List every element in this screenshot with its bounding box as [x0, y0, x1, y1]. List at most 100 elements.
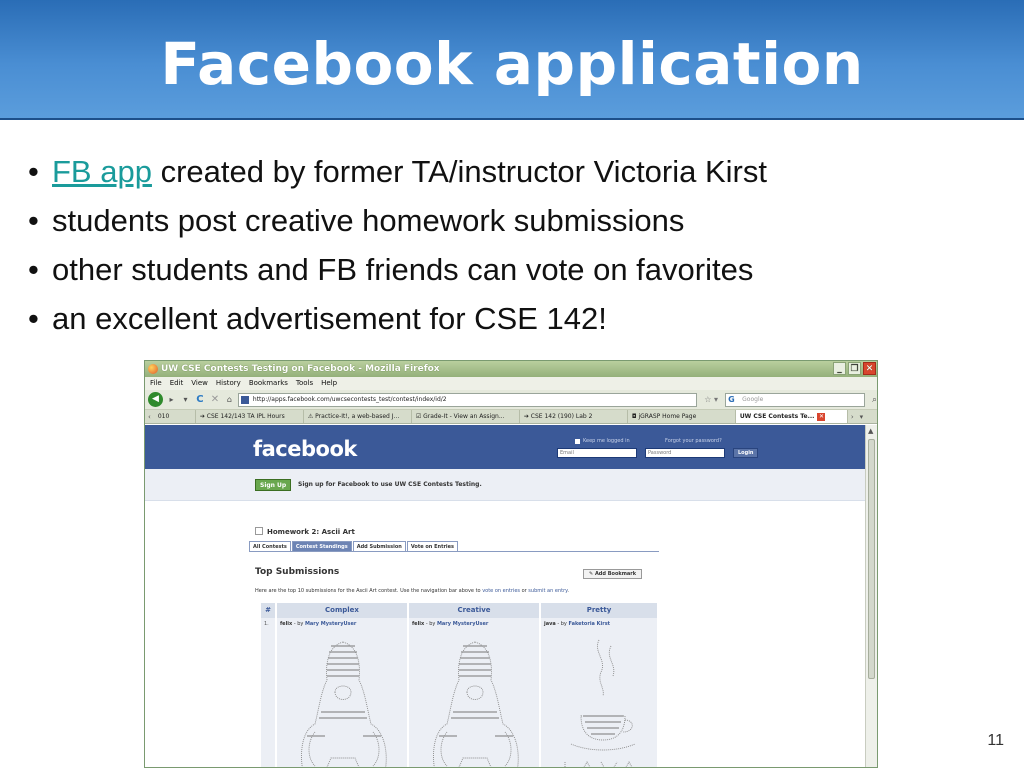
tab-item[interactable]: ➔ CSE 142/143 TA IPL Hours — [196, 410, 304, 423]
entry-cell: felix - by Mary MysteryUser — [409, 618, 541, 767]
bullet-dot: • — [28, 203, 39, 238]
scrollbar-thumb[interactable] — [868, 439, 875, 679]
column-header: Pretty — [541, 603, 659, 618]
row-number: 1. — [261, 618, 277, 767]
star-bookmark-icon[interactable]: ☆ ▾ — [700, 395, 722, 404]
search-box[interactable]: G Google — [725, 392, 865, 407]
vote-on-entries-link[interactable]: vote on entries — [482, 588, 520, 594]
bullet-text: students post creative homework submissi… — [52, 203, 685, 238]
tab-add-submission[interactable]: Add Submission — [352, 541, 406, 551]
vertical-scrollbar[interactable]: ▲ — [865, 425, 877, 767]
password-field[interactable]: Password — [645, 448, 725, 458]
tab-item[interactable]: ☑ Grade-It - View an Assign... — [412, 410, 520, 423]
navigation-toolbar: ◀ ▸ ▾ C ✕ ⌂ http://apps.facebook.com/uwc… — [145, 390, 877, 410]
bullet-item: • an excellent advertisement for CSE 142! — [28, 297, 767, 346]
facebook-header: facebook Keep me logged in Forgot your p… — [145, 425, 867, 469]
window-title-bar: UW CSE Contests Testing on Facebook - Mo… — [145, 361, 877, 377]
forward-icon[interactable]: ▸ — [166, 394, 177, 405]
menu-tools[interactable]: Tools — [296, 377, 313, 390]
tab-contest-standings[interactable]: Contest Standings — [291, 541, 352, 551]
slide-number: 11 — [987, 732, 1004, 749]
facebook-logo[interactable]: facebook — [253, 437, 357, 461]
home-icon[interactable]: ⌂ — [224, 394, 235, 405]
tab-item[interactable]: ◘ jGRASP Home Page — [628, 410, 736, 423]
maximize-button[interactable]: ❐ — [848, 362, 861, 375]
submissions-table: # Complex Creative Pretty 1. felix - by … — [261, 603, 659, 767]
tab-item-active[interactable]: UW CSE Contests Te... ✕ — [735, 410, 848, 423]
window-title: UW CSE Contests Testing on Facebook - Mo… — [161, 364, 440, 374]
entry-cell: java - by Faketoria Kirst — [541, 618, 659, 767]
forgot-password-link[interactable]: Forgot your password? — [665, 438, 722, 444]
stop-icon[interactable]: ✕ — [209, 394, 221, 405]
bullet-item: • other students and FB friends can vote … — [28, 248, 767, 297]
tab-bar: ‹ 010 ➔ CSE 142/143 TA IPL Hours ⚠ Pract… — [145, 410, 877, 424]
add-bookmark-button[interactable]: ✎ Add Bookmark — [583, 569, 643, 579]
url-bar[interactable]: http://apps.facebook.com/uwcsecontests_t… — [237, 392, 698, 407]
menu-history[interactable]: History — [216, 377, 241, 390]
email-field[interactable]: Email — [557, 448, 637, 458]
column-header: Creative — [409, 603, 541, 618]
minimize-button[interactable]: _ — [833, 362, 846, 375]
bullet-dot: • — [28, 154, 39, 189]
url-text: http://apps.facebook.com/uwcsecontests_t… — [252, 395, 447, 403]
ascii-art-penguin-image — [301, 641, 387, 767]
close-button[interactable]: ✕ — [863, 362, 876, 375]
signup-button[interactable]: Sign Up — [255, 479, 292, 491]
app-tab-bar: All Contests Contest Standings Add Submi… — [249, 541, 659, 552]
scroll-up-icon[interactable]: ▲ — [868, 427, 873, 435]
menu-bar: File Edit View History Bookmarks Tools H… — [145, 377, 877, 390]
ascii-art-penguin-image — [433, 641, 519, 767]
app-title: Homework 2: Ascii Art — [255, 527, 355, 536]
history-dropdown-icon[interactable]: ▾ — [180, 394, 191, 405]
column-header: Complex — [277, 603, 409, 618]
bullet-text: an excellent advertisement for CSE 142! — [52, 301, 607, 336]
table-row: 1. felix - by Mary MysteryUser felix - b… — [261, 618, 659, 767]
google-icon: G — [728, 394, 735, 404]
user-link[interactable]: Mary MysteryUser — [305, 621, 356, 627]
bullet-dot: • — [28, 252, 39, 287]
tab-scroll-left-icon[interactable]: ‹ — [145, 410, 154, 423]
search-icon[interactable]: ⌕ — [872, 395, 877, 405]
tab-item[interactable]: ➔ CSE 142 (190) Lab 2 — [520, 410, 628, 423]
bullet-dot: • — [28, 301, 39, 336]
table-header: # Complex Creative Pretty — [261, 603, 659, 618]
search-placeholder: Google — [742, 395, 764, 403]
bullet-text: created by former TA/instructor Victoria… — [151, 154, 767, 189]
login-button[interactable]: Login — [733, 448, 759, 458]
slide-title: Facebook application — [160, 30, 864, 98]
bullet-text: other students and FB friends can vote o… — [52, 252, 754, 287]
signup-bar: Sign Up Sign up for Facebook to use UW C… — [145, 469, 867, 501]
firefox-window-screenshot: UW CSE Contests Testing on Facebook - Mo… — [144, 360, 878, 768]
user-link[interactable]: Faketoria Kirst — [568, 621, 610, 627]
tab-vote-on-entries[interactable]: Vote on Entries — [406, 541, 459, 551]
bullet-item: • students post creative homework submiss… — [28, 199, 767, 248]
entry-cell: felix - by Mary MysteryUser — [277, 618, 409, 767]
menu-view[interactable]: View — [191, 377, 208, 390]
bullet-list: • FB app created by former TA/instructor … — [28, 150, 767, 346]
top-submissions-heading: Top Submissions — [255, 567, 340, 577]
menu-bookmarks[interactable]: Bookmarks — [249, 377, 288, 390]
slide-title-bar: Facebook application — [0, 0, 1024, 120]
tab-item[interactable]: ⚠ Practice-It!, a web-based J... — [304, 410, 412, 423]
app-icon — [255, 527, 263, 535]
page-viewport: facebook Keep me logged in Forgot your p… — [145, 425, 867, 767]
submit-entry-link[interactable]: submit an entry — [528, 588, 567, 594]
fb-app-link[interactable]: FB app — [52, 154, 152, 189]
column-header: # — [261, 603, 277, 618]
tab-all-contests[interactable]: All Contests — [249, 541, 291, 551]
menu-help[interactable]: Help — [321, 377, 337, 390]
tab-item[interactable]: 010 — [154, 410, 196, 423]
facebook-favicon-icon — [240, 395, 249, 404]
keep-logged-in-label: Keep me logged in — [583, 438, 630, 444]
tab-list-icon[interactable]: ▾ — [857, 410, 867, 423]
back-icon[interactable]: ◀ — [148, 392, 163, 407]
user-link[interactable]: Mary MysteryUser — [437, 621, 488, 627]
firefox-logo-icon — [148, 364, 158, 374]
tab-scroll-right-icon[interactable]: › — [848, 410, 857, 423]
bullet-item: • FB app created by former TA/instructor … — [28, 150, 767, 199]
reload-icon[interactable]: C — [194, 394, 206, 405]
menu-file[interactable]: File — [150, 377, 162, 390]
menu-edit[interactable]: Edit — [170, 377, 184, 390]
close-tab-icon[interactable]: ✕ — [817, 413, 826, 421]
keep-logged-in-checkbox[interactable] — [575, 439, 580, 444]
